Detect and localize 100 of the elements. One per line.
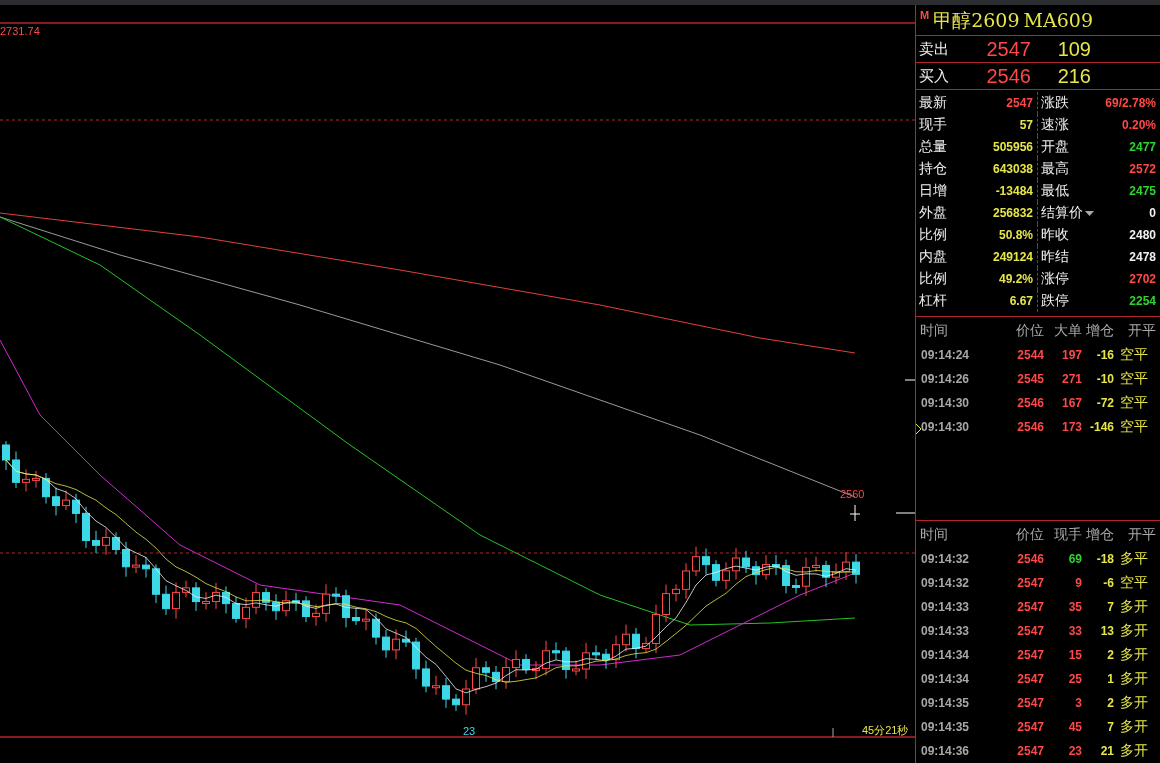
price-cell-text: 2546 — [1016, 552, 1044, 566]
price-cell-text: 2547 — [1016, 600, 1044, 614]
stat-label: 杠杆 — [919, 292, 947, 311]
price-cell-text: 2547 — [1016, 744, 1044, 758]
column-header: 时间 — [919, 322, 949, 341]
price-label: 2560 — [840, 488, 865, 500]
candlestick — [402, 630, 410, 648]
column-header: 现手 — [1053, 526, 1082, 544]
candlestick — [522, 653, 530, 675]
stat-value: 0 — [1149, 206, 1156, 221]
stat-value: 2254 — [1129, 294, 1156, 309]
candlestick — [322, 583, 330, 623]
candlestick — [472, 657, 480, 695]
volume-cell-text: 3 — [1074, 696, 1082, 710]
candlestick — [22, 468, 30, 492]
candlestick — [662, 584, 670, 623]
stat-value: 2547 — [1006, 96, 1033, 111]
candlestick — [152, 563, 160, 604]
candlestick — [252, 583, 260, 615]
candlestick — [702, 547, 710, 576]
stat-value: 643038 — [992, 162, 1033, 177]
candlestick — [332, 586, 340, 604]
change-cell-text: 7 — [1106, 720, 1114, 734]
change-cell-text: 2 — [1106, 696, 1114, 710]
type-cell-text: 空平 — [1119, 394, 1149, 413]
candlestick — [622, 624, 630, 653]
candlestick — [692, 546, 700, 577]
stat-value: 50.8% — [998, 228, 1033, 243]
candlestick — [822, 560, 830, 588]
candlestick — [32, 470, 40, 489]
candlestick — [262, 587, 270, 612]
candlestick — [422, 660, 430, 693]
quote-price: 2547 — [985, 37, 1031, 61]
candlestick — [362, 609, 370, 631]
candlestick — [572, 660, 580, 676]
candlestick — [602, 648, 610, 670]
volume-cell-text: 35 — [1067, 600, 1082, 614]
caret-icon[interactable] — [1085, 210, 1094, 216]
candlestick — [592, 644, 600, 661]
change-cell-text: -146 — [1088, 420, 1114, 435]
candlestick — [542, 640, 550, 676]
candlestick — [72, 493, 80, 524]
type-cell-text: 多开 — [1119, 646, 1149, 664]
column-header: 增仓 — [1085, 526, 1114, 544]
time-cell-text: 09:14:30 — [920, 396, 971, 411]
stat-label: 比例 — [919, 270, 947, 289]
candlestick — [162, 585, 170, 616]
column-header: 大单 — [1053, 322, 1082, 341]
type-cell-text: 多开 — [1119, 670, 1149, 688]
candlestick — [852, 553, 860, 584]
change-cell-text: 1 — [1106, 672, 1114, 686]
stat-label: 涨跌 — [1041, 94, 1069, 113]
candlestick — [612, 634, 620, 669]
contract-code: MA609 — [1023, 8, 1093, 33]
axis-tick — [832, 727, 834, 738]
volume-cell-text: 23 — [1067, 744, 1082, 758]
candlestick — [832, 562, 840, 585]
candlestick — [232, 596, 240, 624]
candlestick — [582, 642, 590, 680]
time-cell-text: 09:14:33 — [920, 624, 971, 638]
candlestick — [452, 693, 460, 712]
type-cell-text: 多开 — [1119, 598, 1149, 616]
candlestick — [192, 581, 200, 612]
candlestick — [722, 561, 730, 590]
candlestick — [92, 530, 100, 554]
volume-cell-text: 167 — [1060, 396, 1082, 411]
change-cell-text: 7 — [1106, 600, 1114, 614]
market-label: M — [920, 9, 930, 21]
stat-value: 69/2.78% — [1105, 96, 1156, 111]
candlestick — [532, 660, 540, 680]
stat-label: 跌停 — [1041, 292, 1069, 311]
contract-title: 甲醇2609 — [933, 8, 1020, 33]
quote-volume: 216 — [1056, 64, 1091, 88]
candlestick — [652, 604, 660, 654]
stat-value: 0.20% — [1121, 118, 1156, 133]
quote-price: 2546 — [985, 64, 1031, 88]
candlestick — [442, 677, 450, 709]
candlestick — [132, 554, 140, 574]
change-cell-text: -6 — [1102, 576, 1114, 590]
change-cell-text: 13 — [1099, 624, 1114, 638]
candlestick — [292, 592, 300, 612]
volume-cell-text: 9 — [1074, 576, 1082, 590]
stat-value: 2478 — [1129, 250, 1156, 265]
type-cell-text: 多开 — [1119, 622, 1149, 640]
type-cell-text: 多开 — [1119, 694, 1149, 712]
candlestick — [682, 562, 690, 600]
change-cell-text: -16 — [1095, 348, 1114, 363]
change-cell-text: -18 — [1095, 552, 1114, 566]
change-cell-text: -72 — [1095, 396, 1114, 411]
change-cell-text: 2 — [1106, 648, 1114, 662]
candlestick — [82, 506, 90, 549]
candlestick — [52, 487, 60, 516]
candlestick — [812, 556, 820, 573]
volume-cell-text: 15 — [1067, 648, 1082, 662]
axis-tick — [895, 512, 915, 514]
volume-cell-text: 33 — [1067, 624, 1082, 638]
stat-label: 最高 — [1041, 160, 1069, 179]
volume-cell-text: 45 — [1067, 720, 1082, 734]
time-cell-text: 09:14:33 — [920, 600, 971, 614]
time-cell-text: 09:14:30 — [920, 420, 971, 435]
